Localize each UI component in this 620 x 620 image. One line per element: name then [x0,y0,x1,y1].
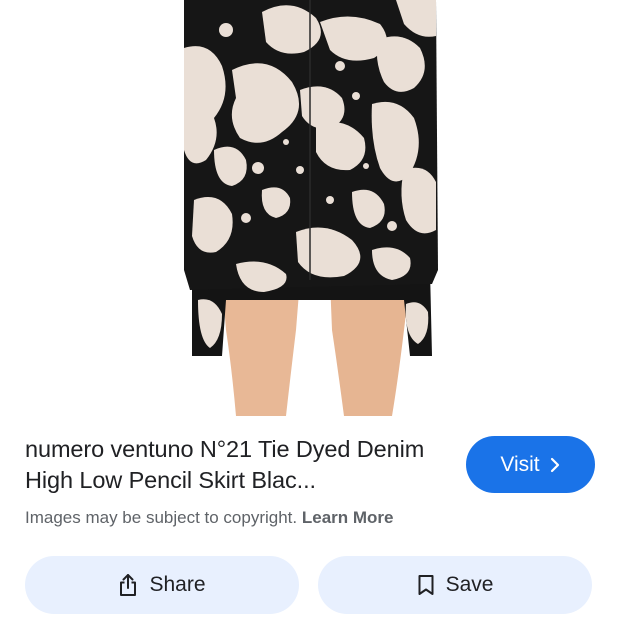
save-label: Save [445,573,494,596]
bookmark-icon [417,574,435,596]
result-title[interactable]: numero ventuno N°21 Tie Dyed Denim High … [25,434,445,496]
learn-more-link[interactable]: Learn More [302,508,394,527]
chevron-right-icon [549,457,561,473]
share-button[interactable]: Share [25,556,299,614]
copyright-notice: Images may be subject to copyright. Lear… [25,507,394,529]
visit-label: Visit [500,452,540,476]
share-icon [118,573,138,597]
share-label: Share [149,573,206,596]
save-button[interactable]: Save [318,556,592,614]
copyright-text: Images may be subject to copyright. [25,508,298,527]
product-image[interactable] [0,0,620,416]
visit-button[interactable]: Visit [466,436,595,493]
